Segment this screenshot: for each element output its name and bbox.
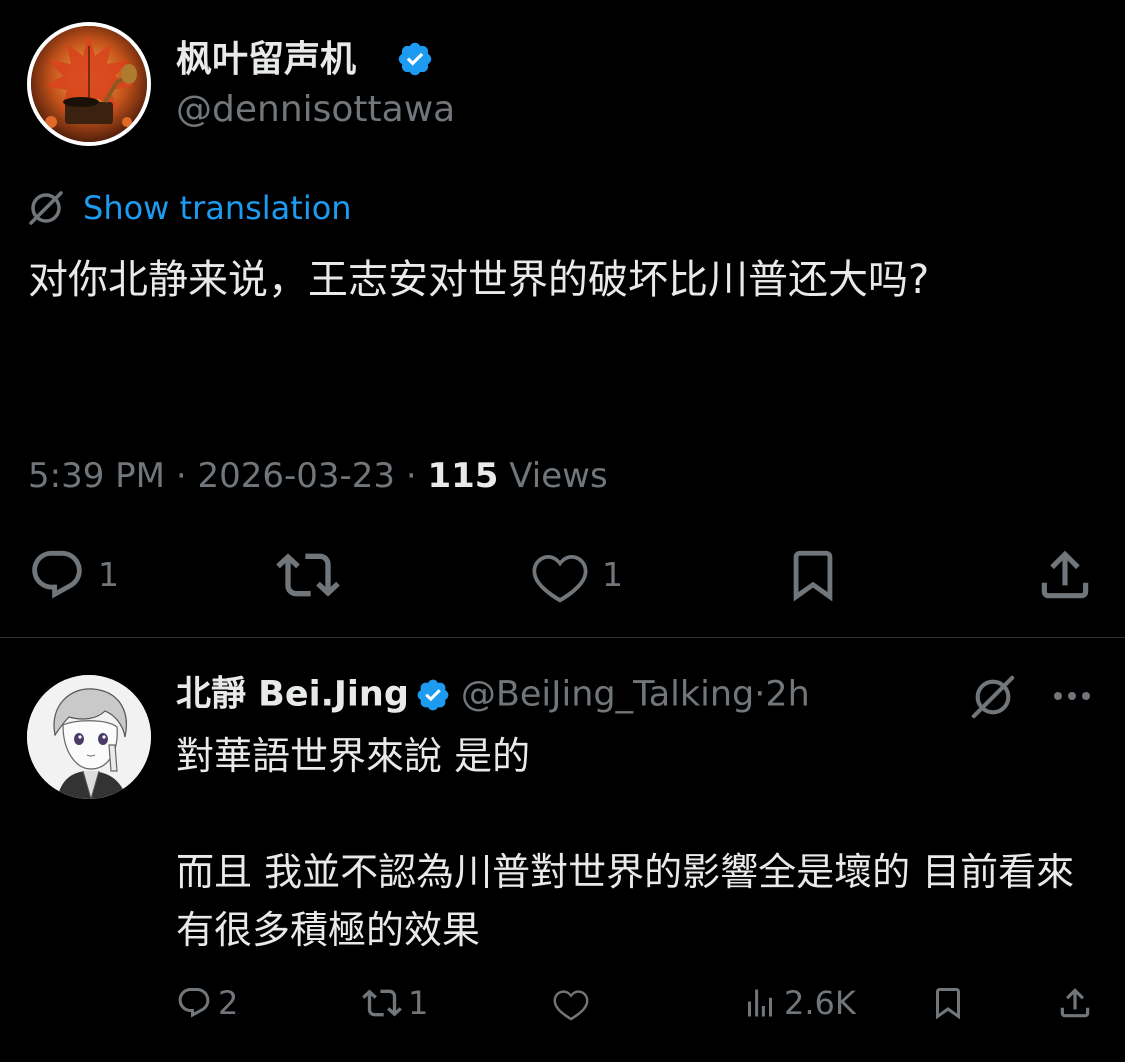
reply-paragraph: 對華語世界來說 是的 — [176, 734, 531, 778]
retweet-button[interactable]: 1 — [362, 978, 428, 1028]
reply-count: 1 — [98, 555, 119, 594]
author-handle[interactable]: @dennisottawa — [176, 88, 455, 132]
grok-icon[interactable] — [970, 674, 1016, 720]
reply-text: 對華語世界來說 是的 而且 我並不認為川普對世界的影響全是壞的 目前看來 有很多… — [176, 727, 1096, 959]
meta-separator: · — [405, 456, 417, 496]
reply-icon — [32, 550, 82, 599]
bookmark-icon — [936, 988, 960, 1020]
bookmark-button[interactable] — [784, 540, 842, 610]
author-display-name[interactable]: 枫叶留声机 — [176, 38, 356, 82]
main-tweet: 枫叶留声机 @dennisottawa Show translation 对你北… — [0, 0, 1125, 637]
maple-leaf-gramophone-image — [31, 26, 147, 142]
tweet-actions: 1 1 — [0, 540, 1125, 610]
more-options-icon[interactable] — [1050, 678, 1094, 714]
reply-handle[interactable]: @BeiJing_Talking — [461, 675, 754, 715]
heart-icon — [532, 554, 588, 603]
share-button[interactable] — [1056, 978, 1094, 1028]
bookmark-icon — [793, 550, 833, 602]
views-button[interactable]: 2.6K — [742, 978, 856, 1028]
reply-button[interactable]: 2 — [176, 978, 238, 1028]
views-count: 2.6K — [784, 984, 856, 1022]
share-icon — [1041, 550, 1089, 599]
reply-button[interactable]: 1 — [28, 540, 119, 610]
author-avatar[interactable] — [27, 22, 151, 146]
retweet-icon — [276, 553, 340, 597]
views-count: 115 — [427, 456, 499, 496]
reply-tweet[interactable]: 北靜 Bei.Jing @BeiJing_Talking·2h 對華語世界來說 … — [0, 638, 1125, 1062]
anime-character-image — [27, 675, 151, 799]
reply-header: 北靜 Bei.Jing @BeiJing_Talking·2h — [176, 671, 810, 717]
verified-badge-icon[interactable] — [415, 677, 451, 713]
reply-author-avatar[interactable] — [27, 675, 151, 799]
show-translation-label[interactable]: Show translation — [83, 188, 352, 228]
reply-count: 2 — [218, 984, 239, 1022]
tweet-text: 对你北静来说，王志安对世界的破坏比川普还大吗? — [28, 257, 930, 303]
like-button[interactable] — [552, 978, 590, 1028]
reply-icon — [178, 988, 210, 1018]
views-label: Views — [509, 456, 608, 496]
retweet-button[interactable] — [276, 540, 340, 610]
tweet-meta: 5:39 PM · 2026-03-23 · 115 Views — [28, 453, 608, 499]
like-count: 1 — [602, 555, 623, 594]
reply-time[interactable]: 2h — [765, 675, 809, 715]
reply-display-name[interactable]: 北靜 Bei.Jing — [176, 675, 409, 715]
views-chart-icon — [748, 989, 772, 1017]
verified-badge-icon[interactable] — [396, 40, 434, 78]
like-button[interactable]: 1 — [530, 540, 623, 610]
retweet-icon — [362, 989, 402, 1017]
reply-separator: · — [754, 674, 766, 715]
tweet-date[interactable]: 2026-03-23 — [197, 456, 395, 496]
bookmark-button[interactable] — [930, 978, 966, 1028]
reply-actions: 2 1 2.6K — [0, 978, 1125, 1028]
share-icon — [1060, 988, 1090, 1018]
share-button[interactable] — [1034, 540, 1096, 610]
retweet-count: 1 — [408, 984, 429, 1022]
meta-separator: · — [175, 456, 187, 496]
grok-translate-icon — [29, 191, 63, 225]
reply-paragraph: 而且 我並不認為川普對世界的影響全是壞的 目前看來 有很多積極的效果 — [176, 850, 1075, 952]
heart-icon — [553, 990, 589, 1021]
tweet-time[interactable]: 5:39 PM — [28, 456, 165, 496]
